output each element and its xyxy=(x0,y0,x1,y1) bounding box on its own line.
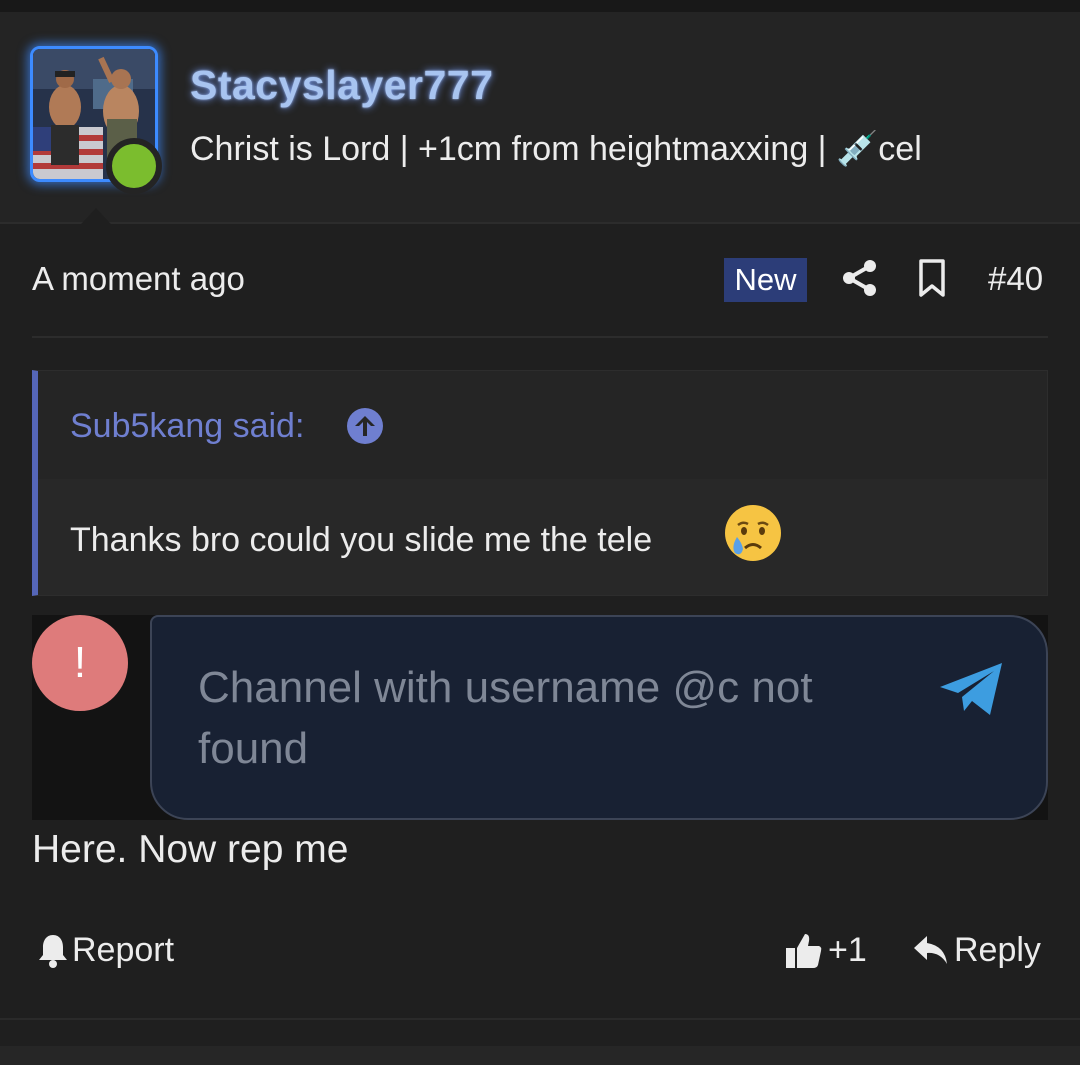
user-title-text: Christ is Lord | +1cm from heightmaxxing… xyxy=(190,130,836,168)
report-label: Report xyxy=(72,930,175,969)
post-body-text: Here. Now rep me xyxy=(32,828,349,871)
next-post-strip xyxy=(0,1046,1080,1065)
telegram-plane-icon[interactable] xyxy=(938,659,1006,719)
reply-button[interactable]: Reply xyxy=(912,928,1041,972)
bell-icon xyxy=(39,935,67,968)
bottom-divider xyxy=(0,1018,1080,1020)
username-link[interactable]: Stacyslayer777 xyxy=(190,62,493,109)
post-timestamp[interactable]: A moment ago xyxy=(32,260,245,298)
error-icon: ! xyxy=(32,615,128,711)
post-number-link[interactable]: #40 xyxy=(988,260,1043,298)
report-button[interactable]: Report xyxy=(36,928,174,972)
syringe-emoji-icon: 💉 xyxy=(835,130,879,168)
quote-text: Thanks bro could you slide me the tele xyxy=(70,521,653,559)
user-title: Christ is Lord | +1cm from heightmaxxing… xyxy=(190,129,922,169)
bookmark-icon[interactable] xyxy=(916,258,948,298)
telegram-message-bubble: Channel with username @c not found xyxy=(150,615,1048,820)
quote-block: Sub5kang said: Thanks bro could you slid… xyxy=(32,370,1048,596)
quote-header: Sub5kang said: xyxy=(38,371,1047,479)
reply-arrow-icon xyxy=(914,936,947,964)
telegram-message-text: Channel with username @c not found xyxy=(198,663,813,773)
thumbs-up-icon xyxy=(786,934,822,968)
reply-label: Reply xyxy=(954,930,1041,969)
new-badge: New xyxy=(724,258,807,302)
meta-divider xyxy=(32,336,1048,338)
telegram-embed: ! Channel with username @c not found xyxy=(32,615,1048,820)
header-pointer xyxy=(70,208,122,236)
crying-face-icon xyxy=(725,505,781,561)
share-icon[interactable] xyxy=(840,258,880,298)
post-author-header: Stacyslayer777 Christ is Lord | +1cm fro… xyxy=(0,12,1080,236)
like-button[interactable]: +1 xyxy=(784,928,867,972)
quote-body: Thanks bro could you slide me the tele xyxy=(38,479,1047,595)
top-strip xyxy=(0,0,1080,12)
arrow-up-circle-icon[interactable] xyxy=(346,407,384,445)
like-count-label: +1 xyxy=(828,930,867,969)
quote-author-link[interactable]: Sub5kang said: xyxy=(70,407,304,446)
user-title-suffix: cel xyxy=(878,130,922,168)
online-status-indicator xyxy=(106,138,162,194)
